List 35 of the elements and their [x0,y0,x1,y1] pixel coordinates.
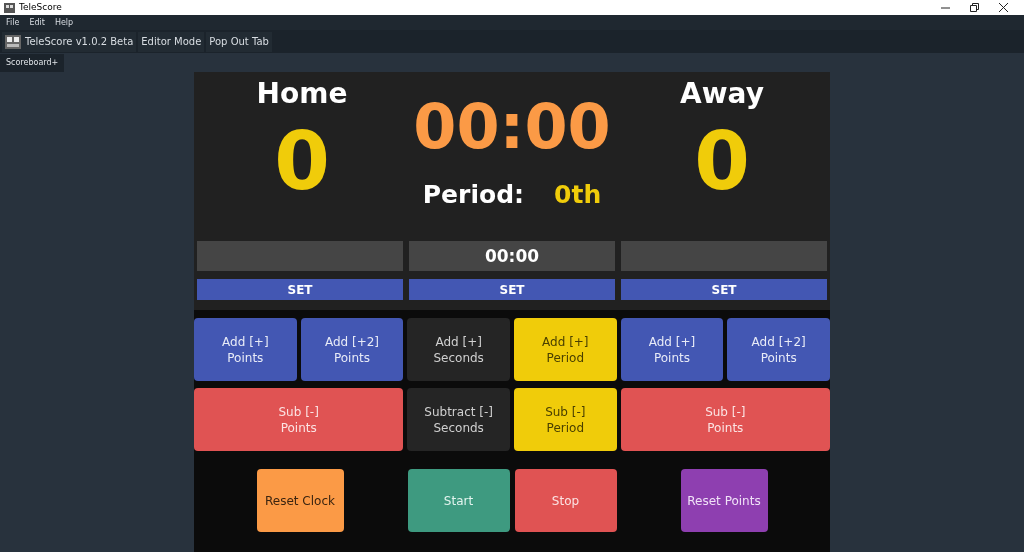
team-score: 0 [694,114,750,210]
menu-item[interactable]: Help [54,16,74,29]
score-button[interactable]: Add [+2] Points [727,318,830,381]
period-value: 0th [554,179,602,211]
menu-item[interactable]: Edit [29,16,45,29]
team-name: Away [680,76,764,112]
set-button[interactable]: SET [409,279,615,300]
restore-icon[interactable] [970,3,979,12]
time-input[interactable] [197,241,403,271]
window-title: TeleScore [19,0,62,14]
score-button[interactable]: Reset Points [680,469,768,532]
score-button[interactable]: Add [+] Seconds [407,318,510,381]
score-button[interactable]: Add [+] Points [620,318,724,381]
toolbar-button[interactable]: TeleScore v1.0.2 Beta [2,31,137,52]
time-input[interactable]: 00:00 [409,241,615,271]
score-button[interactable]: Subtract [-] Seconds [407,388,510,451]
scoreboard-icon [5,34,21,49]
set-button[interactable]: SET [621,279,827,300]
team-name: Home [256,76,348,112]
score-button[interactable]: Sub [-] Period [514,388,617,451]
score-button[interactable]: Add [+2] Points [300,318,404,381]
tab[interactable]: Scoreboard+ [0,54,65,72]
score-button[interactable]: Add [+] Points [194,318,297,381]
team-score: 0 [274,114,330,210]
set-button[interactable]: SET [197,279,403,300]
menu-item[interactable]: File [6,16,20,29]
toolbar-button[interactable]: Editor Mode [138,31,205,52]
app-icon [4,2,15,13]
score-button[interactable]: Add [+] Period [514,318,617,381]
time-input[interactable] [621,241,827,271]
game-clock: 00:00 [413,89,611,165]
score-button[interactable]: Reset Clock [256,469,344,532]
toolbar-button[interactable]: Pop Out Tab [206,31,272,52]
period-label: Period: [422,179,525,211]
close-icon[interactable] [999,3,1008,12]
